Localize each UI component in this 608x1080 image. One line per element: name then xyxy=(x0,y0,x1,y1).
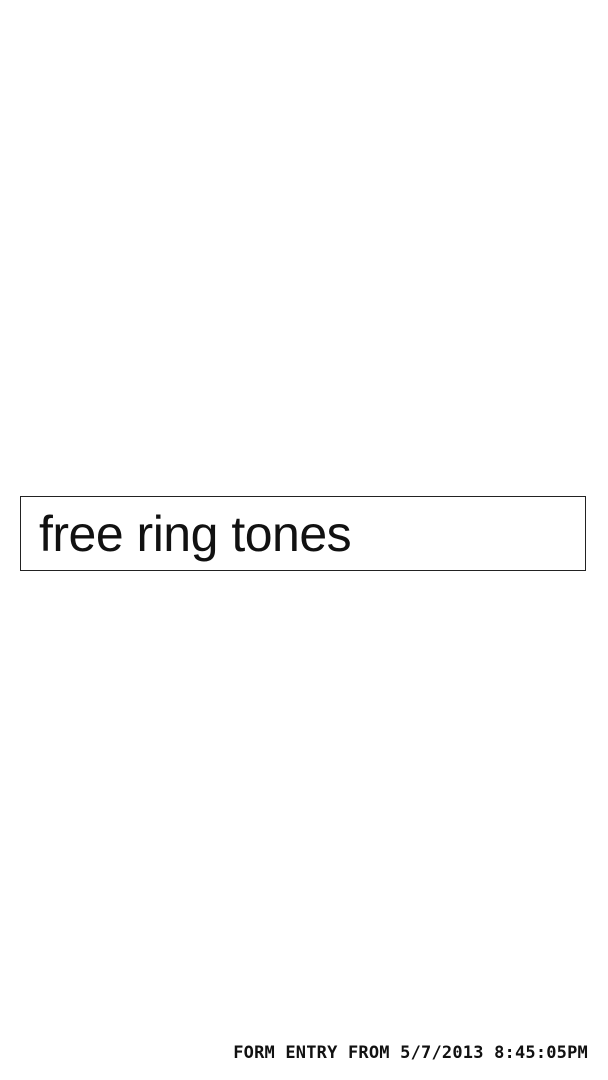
form-entry-value: free ring tones xyxy=(39,505,352,562)
form-entry-timestamp-caption: FORM ENTRY FROM 5/7/2013 8:45:05PM xyxy=(233,1043,588,1063)
form-entry-field[interactable]: free ring tones xyxy=(20,496,586,571)
